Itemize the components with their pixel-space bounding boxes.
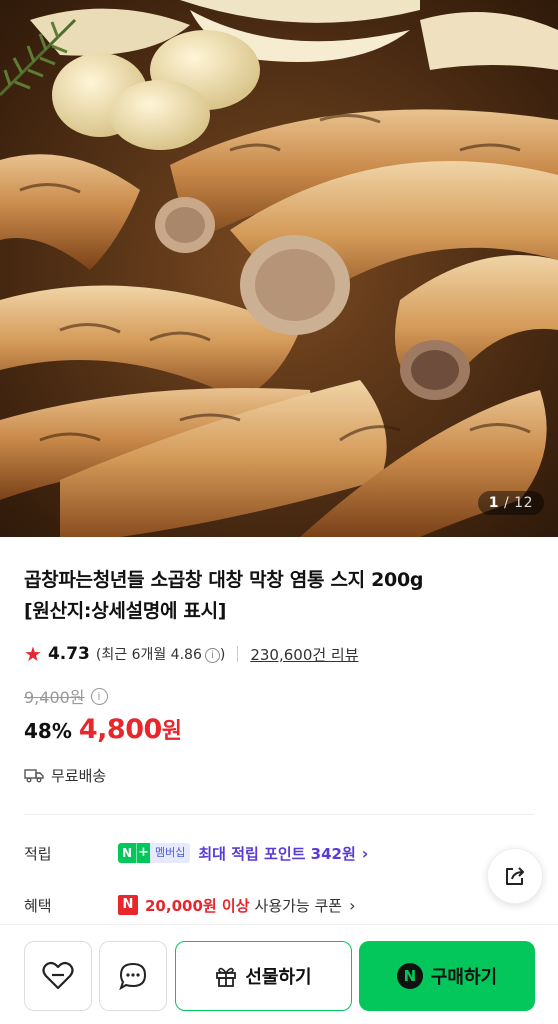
original-price-row: 9,400원 i <box>24 685 534 707</box>
membership-badge-text: 멤버십 <box>150 843 191 863</box>
image-counter: 1 / 12 <box>477 491 544 515</box>
wishlist-button[interactable] <box>24 941 92 1011</box>
recent-rating: (최근 6개월 4.86 i) <box>96 644 225 664</box>
chevron-right-icon: › <box>361 843 369 863</box>
naver-pay-badge: N <box>396 963 423 989</box>
rating-row: ★ 4.73 (최근 6개월 4.86 i) 230,600건 리뷰 <box>24 641 534 667</box>
coupon-badge: N <box>118 895 138 915</box>
recent-rating-close: ) <box>219 647 226 663</box>
counter-separator: / <box>504 495 510 511</box>
product-image-carousel[interactable]: 1 / 12 <box>0 0 558 537</box>
coupon-text: 사용가능 쿠폰 <box>254 896 343 915</box>
counter-total: 12 <box>514 495 533 511</box>
review-count-link[interactable]: 230,600건 리뷰 <box>250 644 358 665</box>
chat-icon <box>119 962 147 991</box>
product-title: 곱창파는청년들 소곱창 대창 막창 염통 스지 200g [원산지:상세설명에 … <box>24 565 534 627</box>
membership-badge-plus: + <box>136 843 150 863</box>
recent-rating-text: (최근 6개월 4.86 <box>95 647 202 663</box>
chevron-right-icon: › <box>349 895 356 915</box>
share-button[interactable] <box>487 848 543 904</box>
product-info: 곱창파는청년들 소곱창 대창 막창 염통 스지 200g [원산지:상세설명에 … <box>24 537 534 918</box>
shipping-row: 무료배송 <box>24 764 534 786</box>
sale-price-row: 48% 4,800 원 <box>24 713 534 749</box>
discount-rate: 48% <box>24 719 72 743</box>
membership-badge-n: N <box>118 843 136 863</box>
benefit-label: 혜택 <box>24 896 52 915</box>
coupon-row[interactable]: 혜택 N 20,000원 이상 사용가능 쿠폰 › <box>24 892 534 918</box>
buy-button-label: 구매하기 <box>430 967 498 988</box>
points-label: 적립 <box>24 844 52 863</box>
coupon-amount: 20,000원 이상 <box>145 896 250 915</box>
shipping-label: 무료배송 <box>51 766 107 785</box>
product-title-line1: 곱창파는청년들 소곱창 대창 막창 염통 스지 200g <box>24 569 424 591</box>
star-icon: ★ <box>24 642 42 666</box>
rating-score: 4.73 <box>47 644 90 664</box>
points-row[interactable]: 적립 N + 멤버십 최대 적립 포인트 342원 › <box>24 840 534 866</box>
gift-button-label: 선물하기 <box>245 967 312 988</box>
gift-icon <box>216 967 237 987</box>
buy-button[interactable]: N 구매하기 <box>359 941 535 1011</box>
original-price: 9,400원 <box>24 688 85 707</box>
info-icon[interactable]: i <box>204 648 220 663</box>
bottom-action-bar: 선물하기 N 구매하기 <box>0 924 558 1024</box>
heart-icon <box>42 961 74 990</box>
max-points-text: 최대 적립 포인트 342원 <box>198 844 356 863</box>
truck-icon <box>24 769 44 783</box>
product-title-line2: [원산지:상세설명에 표시] <box>24 600 227 622</box>
price-info-icon[interactable]: i <box>90 687 108 705</box>
divider <box>237 646 239 662</box>
share-icon <box>506 867 524 885</box>
gift-button[interactable]: 선물하기 <box>175 941 352 1011</box>
product-photo <box>0 0 558 537</box>
sale-price: 4,800 <box>78 714 162 745</box>
talk-button[interactable] <box>99 941 167 1011</box>
membership-badge: N + 멤버십 <box>118 843 191 863</box>
section-divider <box>24 814 534 815</box>
counter-current: 1 <box>488 495 500 511</box>
price-currency: 원 <box>161 719 183 744</box>
